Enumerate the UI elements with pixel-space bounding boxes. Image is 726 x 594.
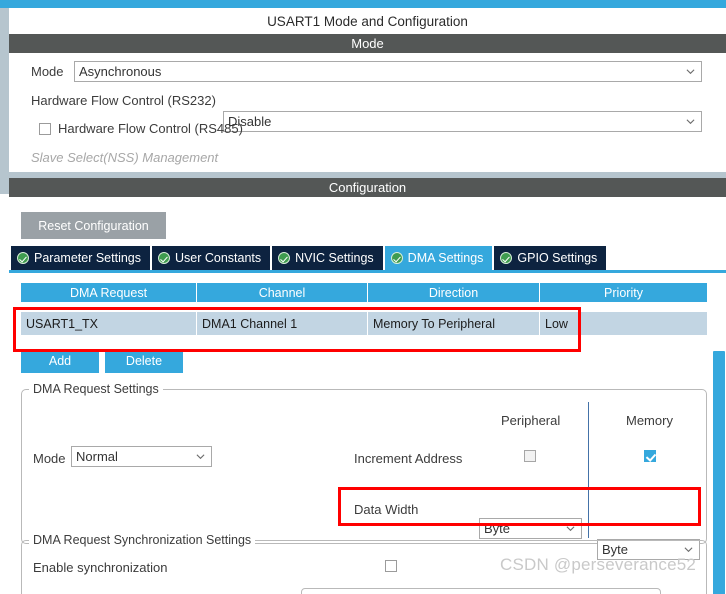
mode-select[interactable]: Asynchronous (74, 61, 702, 82)
chevron-down-icon (566, 525, 575, 531)
data-width-peripheral-value: Byte (484, 521, 511, 536)
tab-underline (9, 270, 726, 273)
dma-requests-table: DMA Request Channel Direction Priority U… (21, 283, 707, 346)
increment-address-label: Increment Address (354, 451, 463, 466)
mode-section-body: Mode Asynchronous Hardware Flow Control … (9, 53, 726, 210)
increment-address-peripheral-checkbox[interactable] (524, 450, 536, 462)
data-width-label: Data Width (354, 502, 419, 517)
tab-gpio-settings[interactable]: GPIO Settings (494, 246, 607, 270)
hw-flow-rs485-label: Hardware Flow Control (RS485) (58, 121, 243, 136)
enable-synchronization-label: Enable synchronization (33, 560, 168, 575)
cell-priority: Low (545, 316, 568, 331)
tab-label: Parameter Settings (34, 251, 141, 265)
check-circle-icon (278, 252, 291, 264)
tab-parameter-settings[interactable]: Parameter Settings (11, 246, 150, 270)
check-circle-icon (158, 252, 170, 264)
cell-dma-request: USART1_TX (21, 312, 197, 335)
watermark: CSDN @perseverance52 (500, 555, 697, 574)
add-button[interactable]: Add (21, 349, 99, 373)
dma-mode-value: Normal (76, 449, 118, 464)
dma-mode-select[interactable]: Normal (71, 446, 212, 467)
hw-flow-rs232-label: Hardware Flow Control (RS232) (31, 93, 216, 108)
increment-address-memory-checkbox[interactable] (644, 450, 656, 462)
check-circle-icon (17, 252, 29, 264)
mode-field-label: Mode (31, 64, 64, 79)
tab-label: DMA Settings (407, 251, 484, 265)
table-header-row: DMA Request Channel Direction Priority (21, 283, 707, 302)
mode-field-row: Mode (31, 64, 64, 79)
tab-label: GPIO Settings (517, 251, 598, 265)
dma-request-settings-legend: DMA Request Settings (29, 382, 163, 396)
hw-flow-rs485-row[interactable]: Hardware Flow Control (RS485) (39, 121, 243, 136)
sync-inner-group (301, 588, 661, 594)
column-divider (588, 402, 589, 538)
configuration-section-header: Configuration (9, 178, 726, 197)
delete-button[interactable]: Delete (105, 349, 183, 373)
data-width-peripheral-select[interactable]: Byte (479, 518, 582, 539)
peripheral-column-header: Peripheral (501, 413, 561, 428)
mode-select-value: Asynchronous (79, 64, 162, 79)
tab-user-constants[interactable]: User Constants (152, 246, 271, 270)
check-circle-icon (500, 252, 513, 264)
tab-nvic-settings[interactable]: NVIC Settings (272, 246, 383, 270)
hw-flow-rs232-row: Hardware Flow Control (RS232) (31, 93, 216, 108)
vertical-scrollbar-track[interactable] (712, 273, 726, 594)
cell-direction: Memory To Peripheral (368, 312, 540, 335)
memory-column-header: Memory (626, 413, 673, 428)
page-title: USART1 Mode and Configuration (9, 8, 726, 34)
column-header-channel: Channel (197, 283, 368, 302)
chevron-down-icon (196, 453, 205, 459)
chevron-down-icon (686, 118, 695, 124)
tab-label: User Constants (175, 251, 262, 265)
table-body: USART1_TX DMA1 Channel 1 Memory To Perip… (21, 302, 707, 346)
hw-flow-rs485-checkbox[interactable] (39, 122, 51, 135)
left-rail-lower (0, 176, 9, 194)
tab-dma-settings[interactable]: DMA Settings (384, 246, 493, 270)
check-circle-icon (390, 252, 403, 264)
dma-mode-label: Mode (33, 451, 66, 466)
column-header-dma-request: DMA Request (21, 283, 197, 302)
dma-sync-settings-legend: DMA Request Synchronization Settings (29, 533, 256, 547)
left-rail (0, 8, 9, 183)
chevron-down-icon (686, 68, 695, 74)
mode-section-header: Mode (9, 34, 726, 53)
hw-flow-rs232-select[interactable]: Disable (223, 111, 702, 132)
settings-tabstrip: Parameter Settings User Constants NVIC S… (11, 246, 608, 270)
vertical-scrollbar-thumb[interactable] (713, 351, 725, 594)
reset-configuration-button[interactable]: Reset Configuration (21, 212, 166, 239)
column-header-direction: Direction (368, 283, 540, 302)
tab-label: NVIC Settings (295, 251, 374, 265)
nss-management-row: Slave Select(NSS) Management (31, 150, 218, 165)
enable-synchronization-checkbox[interactable] (385, 560, 397, 572)
table-row[interactable]: USART1_TX DMA1 Channel 1 Memory To Perip… (21, 312, 707, 335)
top-accent-bar (0, 0, 726, 8)
nss-management-label: Slave Select(NSS) Management (31, 150, 219, 165)
configuration-section-body: Reset Configuration Parameter Settings U… (9, 197, 726, 594)
column-header-priority: Priority (540, 283, 707, 302)
cell-channel: DMA1 Channel 1 (197, 312, 368, 335)
usart1-configuration-panel: USART1 Mode and Configuration Mode Mode … (0, 0, 726, 594)
